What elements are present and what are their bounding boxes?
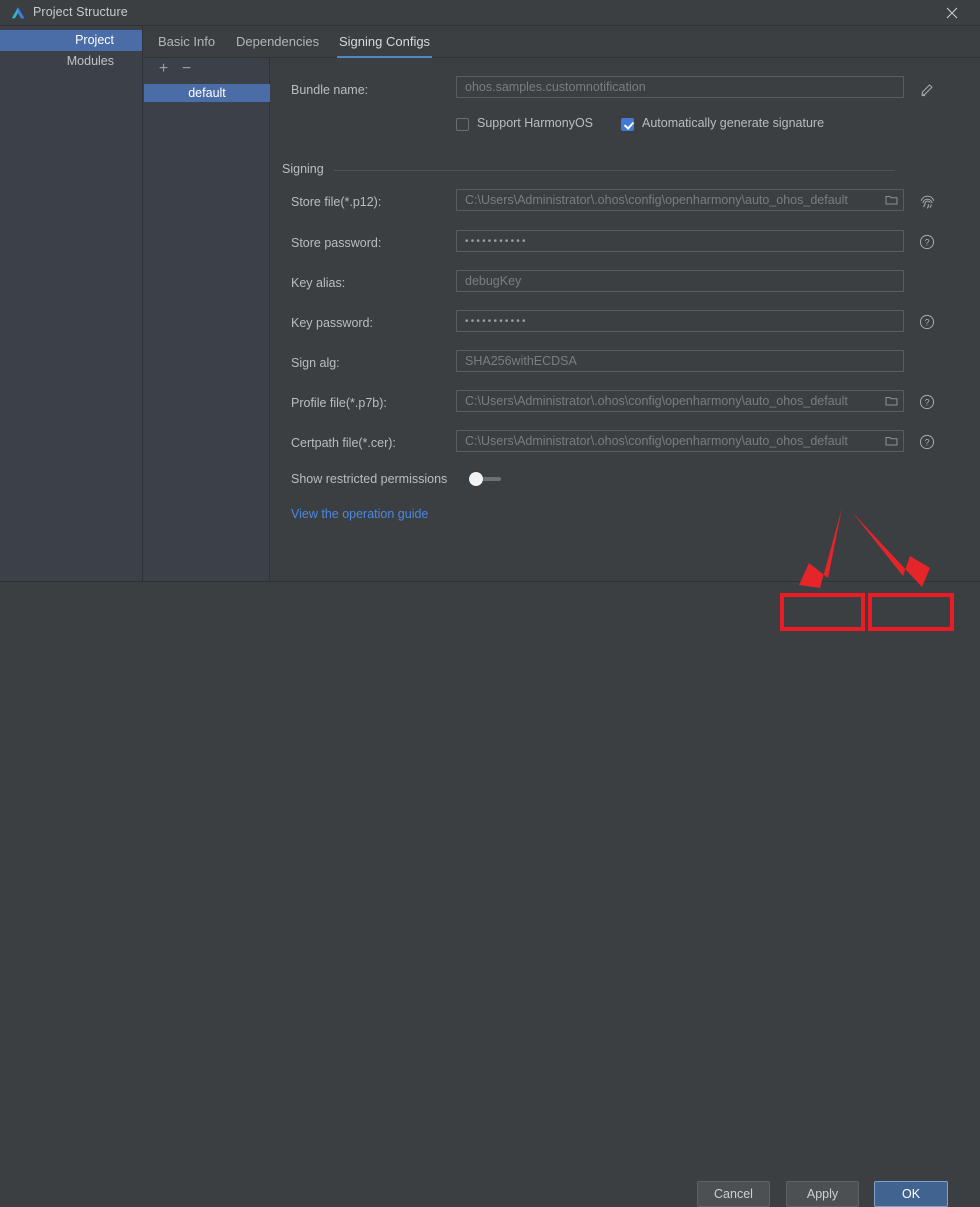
bundle-name-label: Bundle name: xyxy=(291,83,369,97)
tab-bar: Basic Info Dependencies Signing Configs xyxy=(144,26,980,58)
tab-basic-info[interactable]: Basic Info xyxy=(156,26,217,58)
store-file-label: Store file(*.p12): xyxy=(291,195,382,209)
add-label: + xyxy=(158,60,169,77)
sidebar-item-label: Project xyxy=(75,33,114,47)
ok-button-label: OK xyxy=(901,1187,921,1201)
profile-file-input[interactable]: C:\Users\Administrator\.ohos\config\open… xyxy=(456,390,904,412)
apply-button[interactable]: Apply xyxy=(786,1181,859,1207)
restricted-permissions-toggle[interactable] xyxy=(469,472,501,486)
title-bar: Project Structure xyxy=(0,0,980,26)
group-divider xyxy=(334,170,895,171)
key-password-input[interactable]: ••••••••••• xyxy=(456,310,904,332)
svg-text:?: ? xyxy=(924,317,929,327)
config-item-label: default xyxy=(188,86,226,100)
svg-text:?: ? xyxy=(924,397,929,407)
profile-file-placeholder: C:\Users\Administrator\.ohos\config\open… xyxy=(465,394,848,408)
close-icon[interactable] xyxy=(932,0,972,26)
store-file-input[interactable]: C:\Users\Administrator\.ohos\config\open… xyxy=(456,189,904,211)
svg-text:?: ? xyxy=(924,237,929,247)
cancel-button[interactable]: Cancel xyxy=(697,1181,770,1207)
tab-label: Dependencies xyxy=(236,34,320,49)
sign-alg-placeholder: SHA256withECDSA xyxy=(465,354,577,368)
folder-icon[interactable] xyxy=(885,435,898,447)
key-password-placeholder: ••••••••••• xyxy=(465,316,528,327)
fingerprint-icon[interactable] xyxy=(919,193,936,213)
help-icon[interactable]: ? xyxy=(919,394,935,413)
store-password-input[interactable]: ••••••••••• xyxy=(456,230,904,252)
signing-group-title: Signing xyxy=(282,162,324,176)
signing-configs-form: Bundle name: ohos.samples.customnotifica… xyxy=(271,58,980,581)
store-password-placeholder: ••••••••••• xyxy=(465,236,528,247)
profile-file-label: Profile file(*.p7b): xyxy=(291,396,387,410)
bundle-name-placeholder: ohos.samples.customnotification xyxy=(465,80,646,94)
tab-label: Basic Info xyxy=(158,34,216,49)
key-alias-input[interactable]: debugKey xyxy=(456,270,904,292)
key-alias-label: Key alias: xyxy=(291,276,346,290)
restricted-permissions-label: Show restricted permissions xyxy=(291,472,448,486)
sidebar-item-label: Modules xyxy=(66,54,114,68)
window-title: Project Structure xyxy=(33,5,128,19)
sign-alg-label: Sign alg: xyxy=(291,356,340,370)
toggle-knob xyxy=(469,472,483,486)
sign-alg-input[interactable]: SHA256withECDSA xyxy=(456,350,904,372)
help-icon[interactable]: ? xyxy=(919,434,935,453)
ok-button[interactable]: OK xyxy=(874,1181,948,1207)
signing-config-list-panel: + − default xyxy=(144,26,270,581)
apply-button-label: Apply xyxy=(806,1187,839,1201)
deveco-triangle-logo-icon xyxy=(10,5,26,21)
checkbox-box[interactable] xyxy=(456,118,469,131)
key-alias-placeholder: debugKey xyxy=(465,274,522,288)
folder-icon[interactable] xyxy=(885,194,898,206)
plus-icon[interactable]: + xyxy=(154,60,173,78)
checkbox-label: Automatically generate signature xyxy=(642,116,825,130)
store-password-label: Store password: xyxy=(291,236,382,250)
config-list-toolbar: + − xyxy=(144,58,270,80)
minus-icon[interactable]: − xyxy=(177,60,196,78)
folder-icon[interactable] xyxy=(885,395,898,407)
help-icon[interactable]: ? xyxy=(919,314,935,333)
svg-text:?: ? xyxy=(924,437,929,447)
sidebar: Project Modules xyxy=(0,26,143,581)
pencil-edit-icon[interactable] xyxy=(919,82,935,101)
bundle-name-input[interactable]: ohos.samples.customnotification xyxy=(456,76,904,98)
checkbox-label: Support HarmonyOS xyxy=(477,116,594,130)
cancel-button-label: Cancel xyxy=(714,1187,753,1201)
key-password-label: Key password: xyxy=(291,316,373,330)
certpath-file-input[interactable]: C:\Users\Administrator\.ohos\config\open… xyxy=(456,430,904,452)
tab-label: Signing Configs xyxy=(339,34,431,49)
checkbox-box[interactable] xyxy=(621,118,634,131)
sidebar-item-modules[interactable]: Modules xyxy=(0,51,142,72)
help-icon[interactable]: ? xyxy=(919,234,935,253)
certpath-file-label: Certpath file(*.cer): xyxy=(291,436,396,450)
tab-signing-configs[interactable]: Signing Configs xyxy=(337,26,433,58)
certpath-file-placeholder: C:\Users\Administrator\.ohos\config\open… xyxy=(465,434,848,448)
dialog-footer: Cancel Apply OK xyxy=(0,582,980,1207)
store-file-placeholder: C:\Users\Administrator\.ohos\config\open… xyxy=(465,193,848,207)
tab-dependencies[interactable]: Dependencies xyxy=(234,26,321,58)
view-operation-guide-link[interactable]: View the operation guide xyxy=(291,507,428,521)
remove-label: − xyxy=(181,60,192,77)
sidebar-item-project[interactable]: Project xyxy=(0,30,142,51)
list-item[interactable]: default xyxy=(144,84,270,102)
